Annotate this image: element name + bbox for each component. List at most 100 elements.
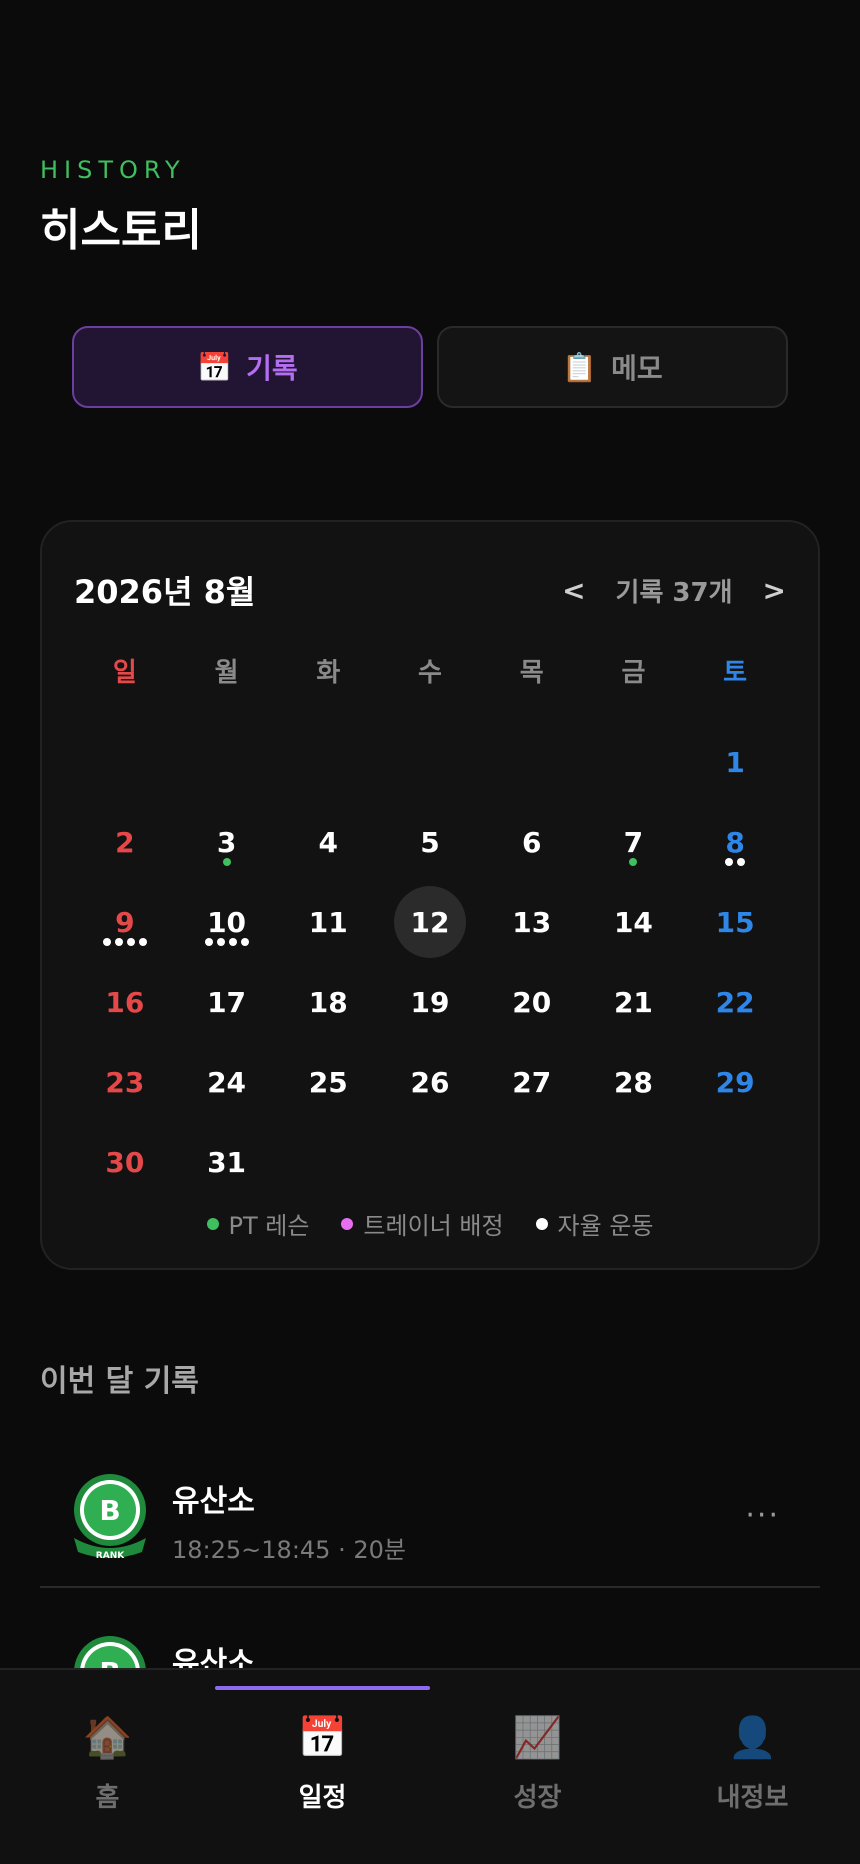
calendar-day[interactable]: 29 [684, 1042, 786, 1122]
history-tabs: 📅 기록 📋 메모 [72, 326, 788, 408]
calendar-day[interactable]: 14 [583, 882, 685, 962]
day-number: 27 [512, 1065, 552, 1099]
nav-label: 일정 [298, 1783, 347, 1813]
record-name: 유산소 [172, 1484, 255, 1519]
calendar-day[interactable]: 28 [583, 1042, 685, 1122]
activity-dots [583, 858, 685, 866]
calendar-day[interactable]: 15 [684, 882, 786, 962]
calendar-day[interactable]: 7 [583, 802, 685, 882]
calendar-day[interactable]: 10 [176, 882, 278, 962]
tab-memo[interactable]: 📋 메모 [437, 326, 788, 408]
calendar-legend: PT 레슨 트레이너 배정 자율 운동 [42, 1206, 818, 1241]
day-number: 13 [512, 905, 552, 939]
calendar-day[interactable]: 25 [277, 1042, 379, 1122]
nav-label: 성장 [513, 1783, 562, 1813]
next-month-button[interactable]: > [763, 574, 786, 607]
calendar-day[interactable]: 24 [176, 1042, 278, 1122]
calendar-day[interactable]: 27 [481, 1042, 583, 1122]
activity-dot [737, 858, 746, 866]
more-options-button[interactable]: ··· [745, 1498, 780, 1533]
weekday-label: 일 [112, 658, 137, 688]
day-number: 18 [308, 985, 348, 1019]
nav-profile[interactable]: 👤 내정보 [645, 1670, 860, 1864]
calendar-day[interactable]: 22 [684, 962, 786, 1042]
calendar-blank [583, 722, 685, 802]
calendar-month-label: 2026년 8월 [74, 573, 256, 611]
calendar-day[interactable]: 21 [583, 962, 685, 1042]
day-number: 22 [715, 985, 755, 1019]
day-number: 17 [207, 985, 247, 1019]
calendar-day[interactable]: 4 [277, 802, 379, 882]
badge-text: RANK [96, 1551, 125, 1561]
calendar-day[interactable]: 30 [74, 1122, 176, 1202]
day-number: 28 [613, 1065, 653, 1099]
activity-dots [684, 858, 786, 866]
day-number: 16 [105, 985, 145, 1019]
day-number: 4 [318, 825, 339, 859]
day-number: 31 [207, 1145, 247, 1179]
calendar-day[interactable]: 11 [277, 882, 379, 962]
calendar-day[interactable]: 2 [74, 802, 176, 882]
nav-schedule[interactable]: 📅 일정 [215, 1670, 430, 1864]
record-count: 기록 37개 [615, 577, 733, 608]
day-number: 23 [105, 1065, 145, 1099]
calendar-day[interactable]: 26 [379, 1042, 481, 1122]
weekday-row: 일 월 화 수 목 금 토 [74, 652, 786, 689]
legend-label: PT 레슨 [228, 1212, 310, 1240]
day-number: 5 [420, 825, 440, 859]
calendar-header: 2026년 8월 < 기록 37개 > [74, 568, 786, 612]
calendar-day[interactable]: 23 [74, 1042, 176, 1122]
calendar-day[interactable]: 5 [379, 802, 481, 882]
tab-memo-label: 메모 [611, 352, 663, 385]
activity-dot [629, 858, 638, 866]
legend-item: PT 레슨 [206, 1206, 310, 1241]
home-icon: 🏠 [82, 1715, 133, 1761]
prev-month-button[interactable]: < [562, 574, 585, 607]
calendar-day[interactable]: 13 [481, 882, 583, 962]
calendar-day[interactable]: 3 [176, 802, 278, 882]
tab-records[interactable]: 📅 기록 [72, 326, 423, 408]
calendar-day-today[interactable]: 12 [379, 882, 481, 962]
calendar-day[interactable]: 19 [379, 962, 481, 1042]
record-item[interactable]: B RANK 유산소 18:25~18:45 · 20분 ··· [40, 1462, 820, 1622]
day-number: 10 [207, 905, 247, 939]
rank-badge-icon: B RANK [74, 1474, 146, 1561]
day-number: 25 [308, 1065, 348, 1099]
calendar-day[interactable]: 8 [684, 802, 786, 882]
calendar-day[interactable]: 1 [684, 722, 786, 802]
calendar-day[interactable]: 31 [176, 1122, 278, 1202]
nav-growth[interactable]: 📈 성장 [430, 1670, 645, 1864]
calendar-day[interactable]: 16 [74, 962, 176, 1042]
legend-swatch [535, 1217, 548, 1230]
nav-home[interactable]: 🏠 홈 [0, 1670, 215, 1864]
day-number: 2 [115, 825, 135, 859]
day-number: 8 [725, 825, 745, 859]
nav-label: 홈 [95, 1783, 120, 1813]
weekday-label: 수 [418, 658, 442, 688]
calendar-blank [176, 722, 278, 802]
day-number: 29 [715, 1065, 755, 1099]
calendar-day[interactable]: 18 [277, 962, 379, 1042]
nav-label: 내정보 [716, 1783, 789, 1813]
record-divider [40, 1586, 820, 1588]
calendar-day[interactable]: 17 [176, 962, 278, 1042]
section-title: 이번 달 기록 [40, 1364, 199, 1399]
day-number: 30 [105, 1145, 145, 1179]
day-number: 12 [410, 905, 450, 939]
activity-dot [240, 938, 249, 946]
calendar-day[interactable]: 9 [74, 882, 176, 962]
calendar-day[interactable]: 6 [481, 802, 583, 882]
calendar-blank [481, 722, 583, 802]
activity-dots [74, 938, 176, 946]
activity-dot [725, 858, 734, 866]
legend-label: 트레이너 배정 [363, 1212, 504, 1240]
weekday-label: 목 [519, 658, 544, 688]
weekday-label: 월 [214, 658, 239, 688]
clipboard-icon: 📋 [562, 350, 598, 384]
day-number: 20 [512, 985, 552, 1019]
calendar-icon: 📅 [197, 350, 233, 384]
day-number: 7 [623, 825, 644, 859]
day-number: 24 [207, 1065, 247, 1099]
calendar-day[interactable]: 20 [481, 962, 583, 1042]
chart-icon: 📈 [512, 1715, 563, 1761]
